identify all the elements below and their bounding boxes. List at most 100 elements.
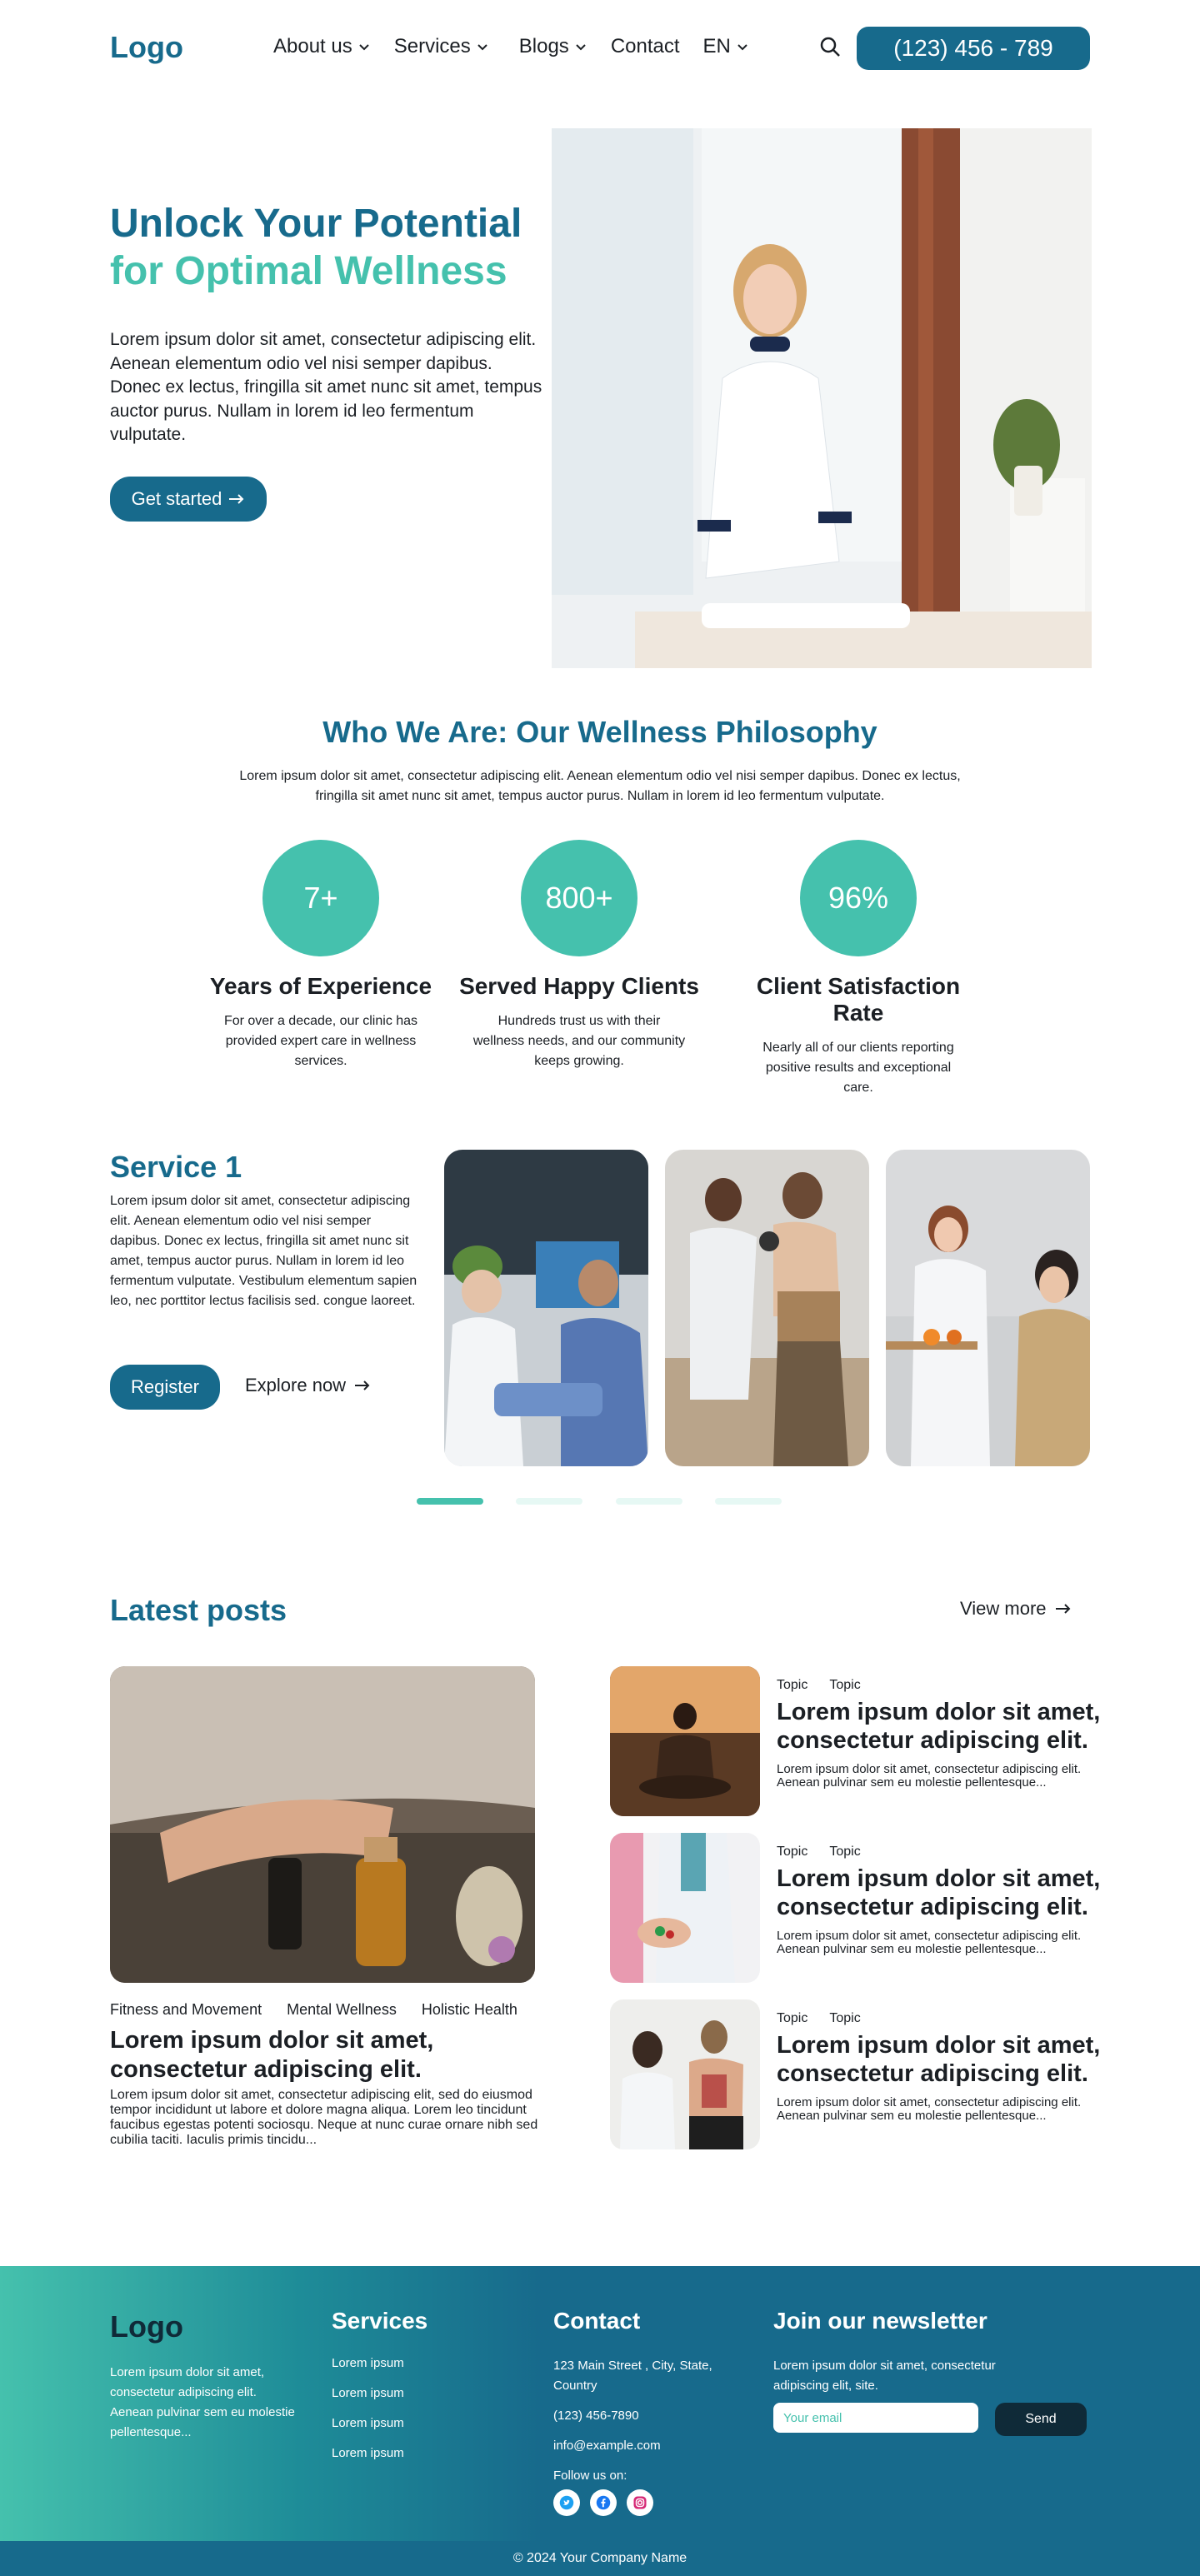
featured-post-title[interactable]: Lorem ipsum dolor sit amet, consectetur … [110, 2026, 543, 2084]
newsletter-description: Lorem ipsum dolor sit amet, consectetur … [773, 2359, 996, 2393]
carousel-dot[interactable] [616, 1498, 682, 1505]
post-tag[interactable]: Fitness and Movement [110, 2001, 262, 2019]
footer-services-list: Lorem ipsum Lorem ipsum Lorem ipsum Lore… [332, 2356, 404, 2476]
footer-services-title: Services [332, 2308, 428, 2334]
footer-phone[interactable]: (123) 456-7890 [553, 2406, 745, 2426]
nav-label: Contact [610, 35, 680, 57]
footer-service-link[interactable]: Lorem ipsum [332, 2446, 404, 2476]
post-photo-meditation [610, 1666, 760, 1816]
main-nav: About us Services Blogs Contact EN [273, 35, 749, 58]
nav-services[interactable]: Services [394, 35, 489, 58]
nav-blogs[interactable]: Blogs [519, 35, 588, 58]
instagram-icon[interactable] [627, 2489, 653, 2516]
post-title[interactable]: Lorem ipsum dolor sit amet, consectetur … [777, 1865, 1102, 1921]
link-label: View more [960, 1598, 1047, 1619]
stat-description: Hundreds trust us with their wellness ne… [472, 1014, 686, 1068]
posts-title: Latest posts [110, 1593, 288, 1627]
service-description: Lorem ipsum dolor sit amet, consectetur … [110, 1194, 418, 1308]
facebook-icon[interactable] [590, 2489, 617, 2516]
copyright-bar: © 2024 Your Company Name [0, 2541, 1200, 2576]
site-footer: Logo Lorem ipsum dolor sit amet, consect… [0, 2266, 1200, 2541]
service-image-card[interactable] [665, 1150, 869, 1466]
twitter-icon[interactable] [553, 2489, 580, 2516]
philosophy-description: Lorem ipsum dolor sit amet, consectetur … [239, 769, 961, 803]
chevron-down-icon [478, 44, 488, 51]
chevron-down-icon [576, 44, 586, 51]
nav-about-us[interactable]: About us [273, 35, 371, 58]
stat-satisfaction: 96% Client Satisfaction Rate Nearly all … [733, 840, 983, 1098]
arrow-right-icon [229, 494, 244, 504]
carousel-dot-active[interactable] [417, 1498, 483, 1505]
post-tag[interactable]: Mental Wellness [287, 2001, 397, 2019]
featured-post-image[interactable] [110, 1666, 535, 1983]
post-tag[interactable]: Topic [829, 1845, 860, 1860]
link-label: Explore now [245, 1375, 347, 1395]
hero-description: Lorem ipsum dolor sit amet, consectetur … [110, 330, 542, 444]
post-excerpt: Lorem ipsum dolor sit amet, consectetur … [777, 1929, 1082, 1956]
arrow-right-icon [355, 1380, 370, 1390]
carousel-dot[interactable] [516, 1498, 582, 1505]
carousel-dot[interactable] [715, 1498, 782, 1505]
social-links [553, 2489, 745, 2516]
newsletter-title: Join our newsletter [773, 2308, 988, 2334]
footer-service-link[interactable]: Lorem ipsum [332, 2356, 404, 2386]
service-title: Service 1 [110, 1150, 242, 1184]
service-photo-skin-check [665, 1150, 869, 1466]
post-tag[interactable]: Topic [777, 1845, 808, 1860]
footer-follow-label: Follow us on: [553, 2469, 628, 2483]
hero-title-line1: Unlock Your Potential [110, 202, 522, 246]
nav-contact[interactable]: Contact [611, 35, 680, 58]
twitter-glyph [559, 2495, 574, 2510]
post-card[interactable]: Topic Topic Lorem ipsum dolor sit amet, … [610, 1833, 1100, 1983]
newsletter-send-button[interactable]: Send [995, 2403, 1087, 2436]
register-button[interactable]: Register [110, 1365, 220, 1410]
explore-now-link[interactable]: Explore now [245, 1375, 371, 1396]
search-icon[interactable] [818, 35, 842, 58]
philosophy-title: Who We Are: Our Wellness Philosophy [322, 715, 878, 749]
stat-experience: 7+ Years of Experience For over a decade… [196, 840, 446, 1071]
instagram-glyph [633, 2496, 647, 2509]
phone-button[interactable]: (123) 456 - 789 [857, 27, 1090, 70]
get-started-button[interactable]: Get started [110, 477, 267, 522]
stat-value: 7+ [262, 840, 379, 956]
facebook-glyph [596, 2495, 611, 2510]
stat-title: Years of Experience [209, 973, 432, 999]
service-image-card[interactable] [886, 1150, 1090, 1466]
post-photo-physio [610, 1999, 760, 2149]
post-tag[interactable]: Topic [777, 2011, 808, 2026]
post-tag[interactable]: Topic [777, 1678, 808, 1693]
hero-title-line2: for Optimal Wellness [110, 249, 508, 293]
post-tag[interactable]: Topic [829, 2011, 860, 2026]
post-tags: Topic Topic [777, 2011, 861, 2026]
language-selector[interactable]: EN [703, 35, 749, 58]
post-card[interactable]: Topic Topic Lorem ipsum dolor sit amet, … [610, 1999, 1100, 2149]
post-tag[interactable]: Holistic Health [422, 2001, 518, 2019]
stat-clients: 800+ Served Happy Clients Hundreds trust… [454, 840, 704, 1071]
arrow-right-icon [1055, 1604, 1070, 1614]
stat-description: For over a decade, our clinic has provid… [223, 1014, 418, 1068]
post-title[interactable]: Lorem ipsum dolor sit amet, consectetur … [777, 2031, 1102, 2088]
stat-title: Client Satisfaction Rate [756, 973, 961, 1026]
view-more-link[interactable]: View more [960, 1598, 1072, 1620]
chevron-down-icon [738, 44, 748, 51]
post-title[interactable]: Lorem ipsum dolor sit amet, consectetur … [777, 1698, 1102, 1755]
featured-post-excerpt: Lorem ipsum dolor sit amet, consectetur … [110, 2088, 538, 2147]
footer-service-link[interactable]: Lorem ipsum [332, 2386, 404, 2416]
post-photo-pills [610, 1833, 760, 1983]
logo[interactable]: Logo [110, 30, 183, 65]
footer-address: 123 Main Street , City, State, Country [553, 2359, 712, 2393]
post-image [610, 1833, 760, 1983]
stat-description: Nearly all of our clients reporting posi… [762, 1041, 954, 1095]
footer-logo[interactable]: Logo [110, 2309, 183, 2344]
post-card[interactable]: Topic Topic Lorem ipsum dolor sit amet, … [610, 1666, 1100, 1816]
featured-post-tags: Fitness and Movement Mental Wellness Hol… [110, 2001, 518, 2019]
stat-value: 800+ [521, 840, 638, 956]
footer-email[interactable]: info@example.com [553, 2436, 745, 2456]
newsletter-email-input[interactable] [773, 2403, 978, 2433]
post-tags: Topic Topic [777, 1845, 861, 1860]
post-tag[interactable]: Topic [829, 1678, 860, 1693]
service-image-card[interactable] [444, 1150, 648, 1466]
post-excerpt: Lorem ipsum dolor sit amet, consectetur … [777, 1762, 1082, 1790]
site-header: Logo About us Services Blogs Contact EN … [0, 0, 1200, 98]
footer-service-link[interactable]: Lorem ipsum [332, 2416, 404, 2446]
